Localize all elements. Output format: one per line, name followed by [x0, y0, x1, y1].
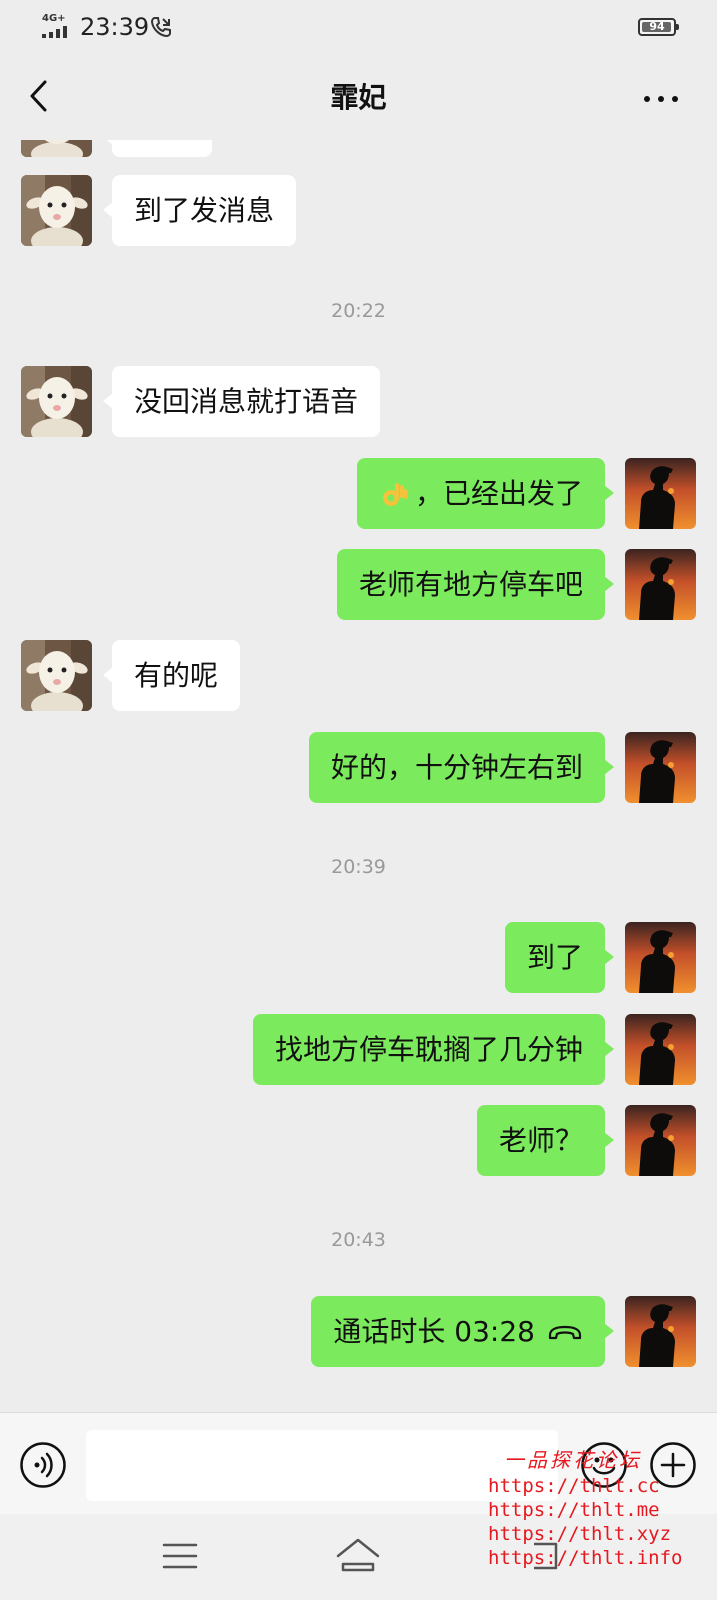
message-bubble[interactable]: 没回消息就打语音 — [102, 366, 381, 437]
call-indicator-icon — [150, 17, 171, 38]
phone-hangup-icon — [548, 1325, 582, 1340]
message-bubble[interactable]: 到了发消息 — [102, 175, 297, 246]
timestamp: 20:22 — [331, 300, 386, 322]
status-time: 23:39 — [80, 13, 150, 41]
call-duration-text: 通话时长 03:28 — [333, 1315, 535, 1348]
call-record-bubble[interactable]: 通话时长 03:28 — [311, 1296, 614, 1367]
contact-avatar[interactable] — [21, 140, 92, 157]
status-bar: 4G+ 23:39 94 — [0, 0, 717, 56]
more-horizontal-icon — [644, 96, 650, 102]
more-button[interactable] — [644, 76, 688, 120]
message-text: ，已经出发了 — [414, 477, 583, 510]
timestamp: 20:43 — [331, 1229, 386, 1251]
plus-circle-icon — [660, 1452, 686, 1478]
message-row: 老师有地方停车吧 — [0, 549, 717, 620]
user-avatar[interactable] — [625, 922, 696, 993]
home-icon — [336, 1538, 380, 1572]
watermark-url: https://thlt.info — [488, 1547, 683, 1569]
user-avatar[interactable] — [625, 458, 696, 529]
contact-avatar[interactable] — [21, 640, 92, 711]
watermark: 一品探花论坛 https://thlt.cc https://thlt.me h… — [488, 1446, 683, 1570]
message-row: 好的，十分钟左右到 — [0, 732, 717, 803]
contact-avatar[interactable] — [21, 175, 92, 246]
chat-header: 霏妃 — [0, 56, 717, 140]
watermark-url: https://thlt.me — [488, 1499, 660, 1521]
home-button[interactable] — [334, 1534, 382, 1578]
user-avatar[interactable] — [625, 1105, 696, 1176]
watermark-url: https://thlt.xyz — [488, 1523, 672, 1545]
voice-mode-icon — [34, 1452, 53, 1478]
user-avatar[interactable] — [625, 549, 696, 620]
user-avatar[interactable] — [625, 1296, 696, 1367]
message-row: 到了 — [0, 922, 717, 993]
signal-icon — [42, 26, 67, 38]
message-row: 没回消息就打语音 — [0, 366, 717, 437]
user-avatar[interactable] — [625, 732, 696, 803]
message-bubble[interactable]: 好的，十分钟左右到 — [308, 732, 615, 803]
message-bubble[interactable]: ，已经出发了 — [356, 458, 615, 529]
message-bubble[interactable]: 老师有地方停车吧 — [336, 549, 615, 620]
message-row-partial — [0, 140, 717, 157]
message-bubble-partial[interactable] — [103, 140, 212, 157]
network-type: 4G+ — [42, 13, 66, 24]
message-row: 老师？ — [0, 1105, 717, 1176]
network-indicator: 4G+ — [42, 14, 72, 38]
menu-button[interactable] — [160, 1538, 200, 1574]
message-row: 有的呢 — [0, 640, 717, 711]
battery-indicator: 94 — [638, 18, 679, 36]
watermark-title: 一品探花论坛 — [504, 1448, 642, 1472]
message-row: 找地方停车耽搁了几分钟 — [0, 1014, 717, 1085]
menu-icon — [162, 1543, 198, 1569]
contact-avatar[interactable] — [21, 366, 92, 437]
message-row: 通话时长 03:28 — [0, 1296, 717, 1367]
user-avatar[interactable] — [625, 1014, 696, 1085]
message-row: 到了发消息 — [0, 175, 717, 246]
message-bubble[interactable]: 有的呢 — [102, 640, 241, 711]
message-list[interactable]: 到了发消息 20:22 没回消息就打语音 ，已经出发了 老师有地方停车吧 有的呢… — [0, 140, 717, 1412]
message-row: ，已经出发了 — [0, 458, 717, 529]
ok-hand-emoji — [382, 483, 408, 506]
battery-percent: 94 — [649, 20, 665, 33]
message-bubble[interactable]: 老师？ — [476, 1105, 615, 1176]
timestamp: 20:39 — [331, 856, 386, 878]
chat-title: 霏妃 — [330, 81, 387, 114]
watermark-url: https://thlt.cc — [488, 1475, 660, 1497]
message-bubble[interactable]: 找地方停车耽搁了几分钟 — [252, 1014, 615, 1085]
voice-mode-button[interactable] — [19, 1441, 67, 1489]
message-bubble[interactable]: 到了 — [504, 922, 615, 993]
